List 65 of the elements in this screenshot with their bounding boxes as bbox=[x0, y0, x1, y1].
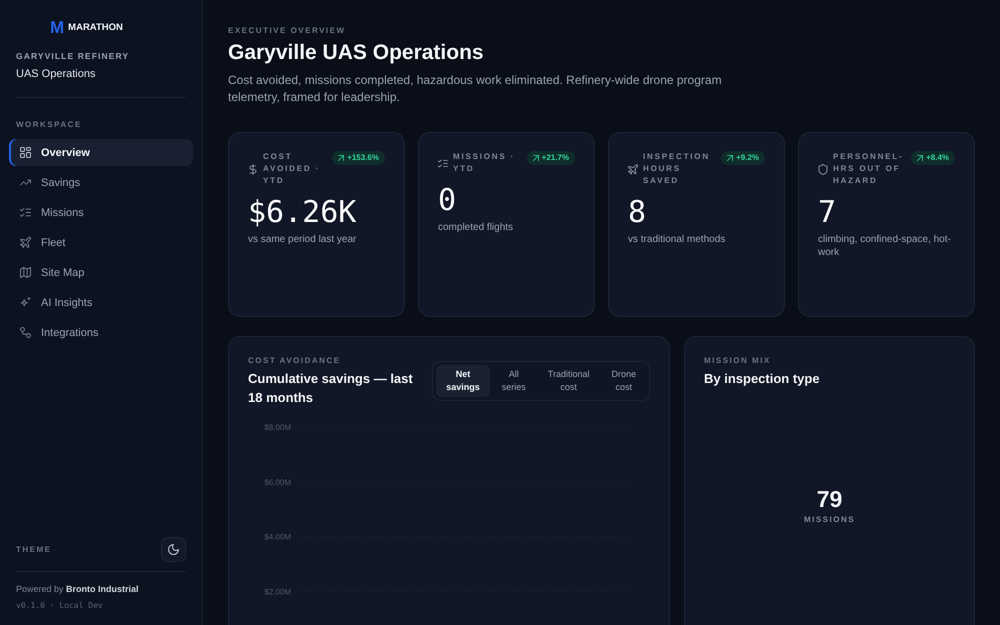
series-tab[interactable]: All series bbox=[492, 365, 536, 397]
logo-mark: M bbox=[50, 20, 64, 36]
nav-item[interactable]: Missions bbox=[9, 199, 193, 226]
checklist-icon bbox=[438, 158, 448, 168]
trend-line-icon bbox=[20, 177, 31, 188]
shield-icon bbox=[818, 164, 828, 174]
grid-icon bbox=[20, 147, 31, 158]
theme-label: THEME bbox=[16, 544, 52, 554]
nav-item[interactable]: Fleet bbox=[9, 229, 193, 256]
map-icon bbox=[20, 267, 31, 278]
mission-total: 79 bbox=[816, 486, 842, 512]
change-text: +9.2% bbox=[736, 153, 759, 163]
kpi-note: vs traditional methods bbox=[628, 233, 726, 246]
arrow-up-right-icon bbox=[338, 155, 344, 161]
app-name: UAS Operations bbox=[16, 67, 96, 81]
theme-toggle-button[interactable] bbox=[161, 537, 186, 562]
kpi-label: INSPECTION HOURS SAVED bbox=[643, 151, 711, 187]
plane-icon bbox=[20, 237, 31, 248]
section-label: WORKSPACE bbox=[16, 120, 83, 130]
kpi-value: 7 bbox=[818, 196, 838, 230]
panel-title: By inspection type bbox=[704, 370, 821, 388]
y-axis-label: $4.00M bbox=[264, 532, 291, 542]
mission-total-label: MISSIONS bbox=[804, 515, 856, 525]
y-axis-label: $8.00M bbox=[264, 423, 291, 432]
checklist-icon bbox=[20, 207, 31, 218]
logo-wordmark: MARATHON bbox=[68, 22, 123, 34]
page-title: Garyville UAS Operations bbox=[228, 40, 485, 66]
series-tab[interactable]: Drone cost bbox=[601, 365, 646, 397]
kpi-value: 0 bbox=[438, 184, 458, 218]
kpi-note: completed flights bbox=[438, 221, 514, 234]
nav-item[interactable]: AI Insights bbox=[9, 289, 193, 316]
series-tab[interactable]: Net savings bbox=[436, 365, 490, 397]
nav-item[interactable]: Integrations bbox=[9, 319, 193, 346]
kpi-value: $6.26K bbox=[248, 196, 358, 230]
kpi-label: COST AVOIDED · YTD bbox=[263, 151, 321, 187]
page-eyebrow: EXECUTIVE OVERVIEW bbox=[228, 26, 347, 36]
kpi-label: PERSONNEL-HRS OUT OF HAZARD bbox=[833, 151, 904, 187]
change-text: +153.6% bbox=[347, 153, 379, 163]
arrow-up-right-icon bbox=[917, 155, 924, 161]
powered-by-text: Powered by Bronto Industrial bbox=[16, 583, 140, 595]
kpi-note: climbing, confined-space, hot-work bbox=[818, 233, 952, 259]
nav-item[interactable]: Site Map bbox=[9, 259, 193, 286]
arrow-up-right-icon bbox=[727, 155, 734, 161]
series-tab[interactable]: Traditional cost bbox=[538, 365, 600, 397]
kpi-label: MISSIONS · YTD bbox=[453, 151, 516, 175]
change-text: +21.7% bbox=[542, 153, 569, 163]
kpi-note: vs same period last year bbox=[248, 233, 358, 246]
change-text: +8.4% bbox=[926, 153, 949, 163]
linked-nodes-icon bbox=[20, 327, 31, 338]
moon-icon bbox=[168, 544, 179, 555]
arrow-up-right-icon bbox=[532, 155, 539, 161]
y-axis-label: $6.00M bbox=[264, 478, 291, 487]
kpi-value: 8 bbox=[628, 196, 648, 230]
sparkle-icon bbox=[20, 297, 31, 308]
version-text: v0.1.0 · Local Dev bbox=[16, 600, 104, 611]
panel-eyebrow: COST AVOIDANCE bbox=[248, 356, 342, 366]
panel-title: Cumulative savings — last 18 months bbox=[248, 370, 414, 407]
plane-icon bbox=[628, 164, 638, 174]
panel-eyebrow: MISSION MIX bbox=[704, 356, 772, 366]
dollar-icon bbox=[248, 164, 258, 174]
nav-item[interactable]: Savings bbox=[9, 169, 193, 196]
page-description: Cost avoided, missions completed, hazardous work eliminated. Refinery-wide drone program telemetry, framed for leadership. bbox=[228, 72, 723, 106]
site-label: GARYVILLE REFINERY bbox=[16, 51, 130, 62]
y-axis-label: $2.00M bbox=[264, 587, 291, 596]
nav-item[interactable]: Overview bbox=[9, 139, 193, 166]
